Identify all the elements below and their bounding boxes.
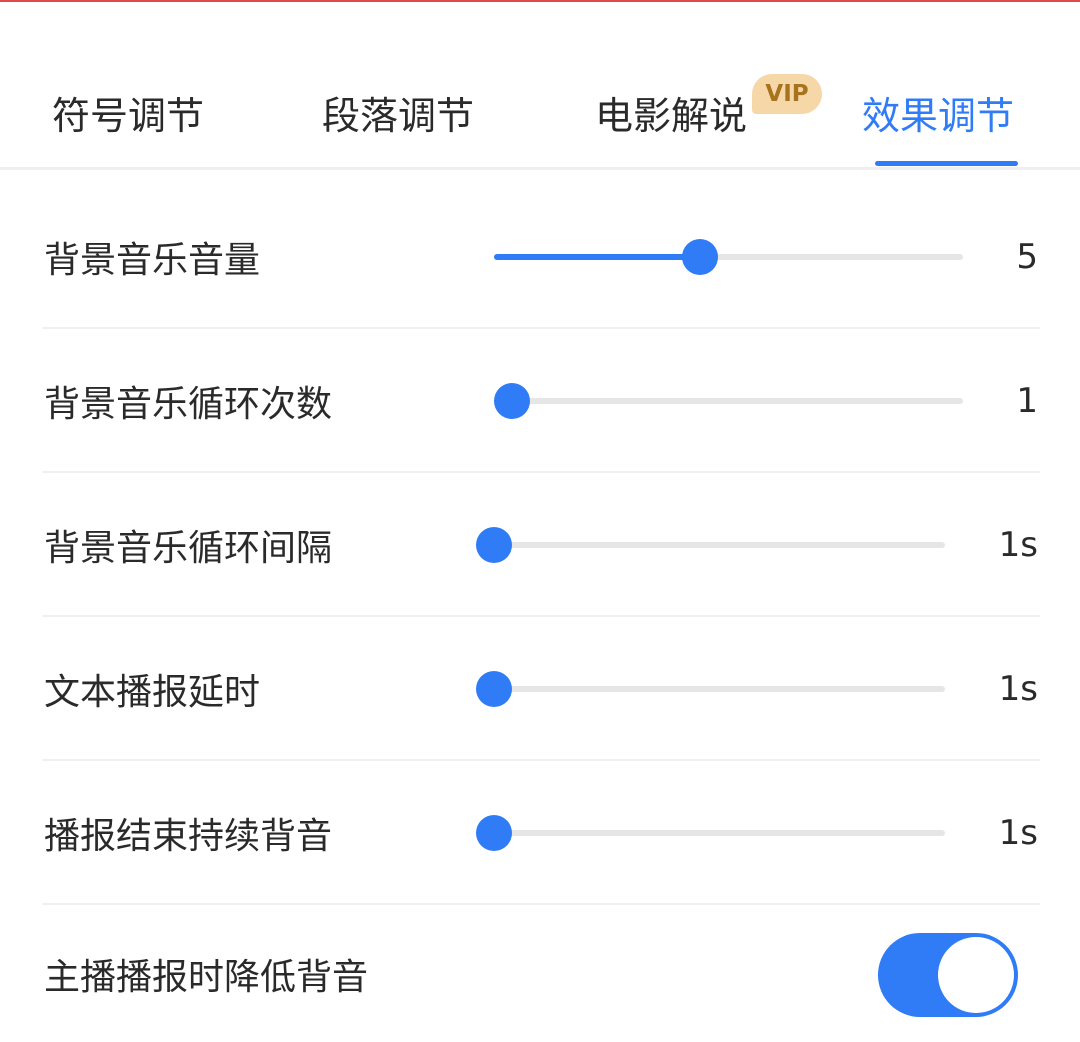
setting-row-bg-music-loop-count: 背景音乐循环次数 1: [0, 329, 1080, 473]
slider-fill: [494, 254, 700, 260]
tab-symbol-adjust[interactable]: 符号调节: [52, 88, 204, 144]
slider-thumb[interactable]: [682, 239, 718, 275]
tab-bar: 符号调节 段落调节 电影解说 VIP 效果调节: [0, 0, 1080, 170]
slider-rail: [494, 398, 963, 404]
setting-row-text-broadcast-delay: 文本播报延时 1s: [0, 617, 1080, 761]
setting-row-bg-music-loop-interval: 背景音乐循环间隔 1s: [0, 473, 1080, 617]
setting-label: 背景音乐循环次数: [44, 384, 333, 425]
active-tab-indicator: [875, 161, 1018, 166]
slider-thumb[interactable]: [476, 815, 512, 851]
setting-label: 主播播报时降低背音: [44, 956, 369, 998]
slider-rail: [476, 686, 945, 692]
setting-value: 1s: [998, 813, 1038, 853]
setting-value: 1s: [998, 669, 1038, 709]
tab-movie-commentary[interactable]: 电影解说: [595, 88, 747, 144]
tab-paragraph-adjust[interactable]: 段落调节: [322, 88, 474, 144]
vip-badge: VIP: [752, 74, 822, 114]
duck-bg-toggle[interactable]: [878, 933, 1018, 1017]
setting-row-post-broadcast-bg-duration: 播报结束持续背音 1s: [0, 761, 1080, 905]
bg-music-loop-interval-slider[interactable]: [476, 525, 945, 565]
setting-label: 背景音乐循环间隔: [44, 528, 333, 569]
setting-value: 1s: [998, 525, 1038, 565]
post-broadcast-bg-duration-slider[interactable]: [476, 813, 945, 853]
slider-thumb[interactable]: [476, 527, 512, 563]
tab-effect-adjust[interactable]: 效果调节: [862, 88, 1014, 144]
setting-label: 文本播报延时: [44, 672, 261, 713]
setting-value: 1: [1016, 381, 1038, 421]
text-broadcast-delay-slider[interactable]: [476, 669, 945, 709]
slider-rail: [476, 542, 945, 548]
slider-thumb[interactable]: [494, 383, 530, 419]
setting-row-duck-bg-during-broadcast: 主播播报时降低背音: [0, 905, 1080, 1042]
bg-music-loop-count-slider[interactable]: [494, 381, 963, 421]
setting-label: 背景音乐音量: [44, 240, 261, 281]
setting-label: 播报结束持续背音: [44, 816, 333, 857]
toggle-knob: [938, 937, 1014, 1013]
setting-row-bg-music-volume: 背景音乐音量 5: [0, 185, 1080, 329]
bg-music-volume-slider[interactable]: [494, 237, 963, 277]
slider-thumb[interactable]: [476, 671, 512, 707]
setting-value: 5: [1016, 237, 1038, 277]
slider-rail: [476, 830, 945, 836]
